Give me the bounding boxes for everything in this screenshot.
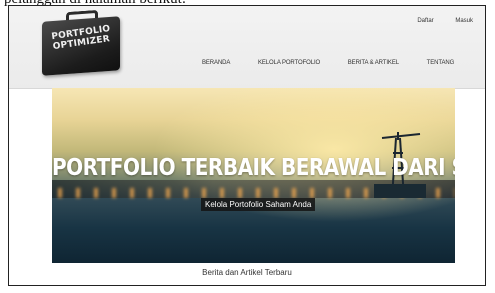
hero-cta-button[interactable]: Kelola Portofolio Saham Anda	[201, 198, 316, 211]
browser-viewport: PORTFOLIO OPTIMIZER Daftar Masuk BERANDA…	[8, 5, 486, 286]
main-nav: BERANDA KELOLA PORTOFOLIO BERITA & ARTIK…	[202, 60, 480, 66]
hero-banner: PORTFOLIO TERBAIK BERAWAL DARI SINI Kelo…	[52, 88, 455, 263]
nav-item-beranda[interactable]: BERANDA	[202, 60, 230, 66]
site-header: PORTFOLIO OPTIMIZER Daftar Masuk BERANDA…	[9, 6, 485, 89]
hero-headline: PORTFOLIO TERBAIK BERAWAL DARI SINI	[52, 153, 455, 181]
latest-articles-heading: Berita dan Artikel Terbaru	[202, 268, 292, 277]
nav-item-tentang[interactable]: TENTANG	[427, 60, 455, 66]
register-link[interactable]: Daftar	[417, 18, 433, 24]
nav-item-berita-artikel[interactable]: BERITA & ARTIKEL	[348, 60, 399, 66]
site-logo[interactable]: PORTFOLIO OPTIMIZER	[42, 9, 120, 76]
login-link[interactable]: Masuk	[455, 18, 473, 24]
auth-links: Daftar Masuk	[397, 18, 473, 24]
nav-item-kelola-portofolio[interactable]: KELOLA PORTOFOLIO	[258, 60, 320, 66]
